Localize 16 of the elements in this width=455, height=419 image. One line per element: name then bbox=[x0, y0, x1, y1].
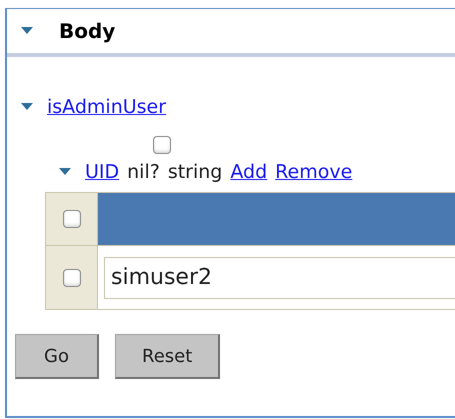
field-link[interactable]: isAdminUser bbox=[47, 93, 166, 122]
value-field[interactable]: simuser2 bbox=[104, 256, 455, 298]
expanded-triangle-icon[interactable] bbox=[21, 27, 33, 35]
expanded-triangle-icon[interactable] bbox=[21, 103, 33, 112]
checkbox[interactable] bbox=[153, 136, 171, 154]
remove-link[interactable]: Remove bbox=[275, 158, 352, 186]
reset-button[interactable]: Reset bbox=[115, 334, 220, 379]
add-link[interactable]: Add bbox=[230, 158, 268, 186]
checkbox[interactable] bbox=[62, 210, 80, 228]
nil-label: nil? bbox=[127, 160, 160, 184]
section-title: Body bbox=[59, 18, 116, 45]
type-label: string bbox=[168, 160, 222, 184]
expanded-triangle-icon[interactable] bbox=[59, 168, 71, 176]
checkbox[interactable] bbox=[62, 268, 80, 286]
go-button[interactable]: Go bbox=[15, 334, 99, 379]
uid-link[interactable]: UID bbox=[85, 158, 120, 186]
